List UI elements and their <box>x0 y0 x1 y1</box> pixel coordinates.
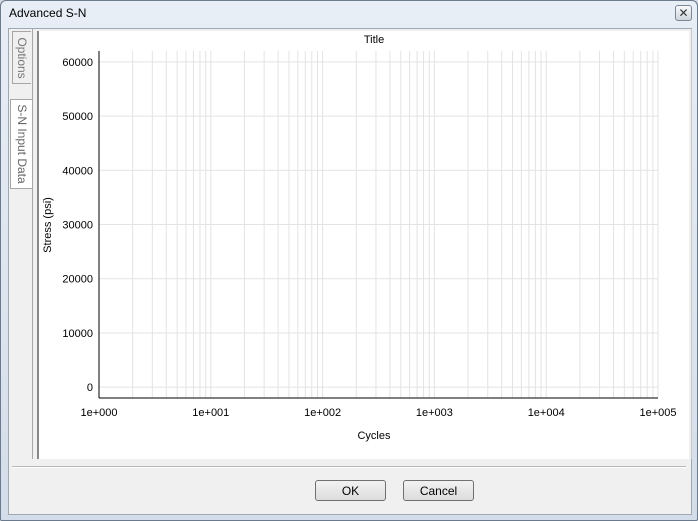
y-tick-label: 50000 <box>62 111 93 123</box>
y-tick-label: 0 <box>87 382 93 394</box>
chart-title: Title <box>364 34 384 46</box>
dialog-client-area: Options S-N Input Data 0 10000 20000 30000 4… <box>8 28 692 515</box>
y-tick-label: 10000 <box>62 328 93 340</box>
horizontal-grid <box>99 61 658 388</box>
x-tick-label: 1e+005 <box>639 407 676 419</box>
advanced-sn-dialog: Advanced S-N ✕ Options S-N Input Data 0 1… <box>0 0 698 521</box>
ok-button[interactable]: OK <box>315 480 386 501</box>
x-axis-label: Cycles <box>357 430 391 442</box>
y-tick-labels: 0 10000 20000 30000 40000 50000 60000 <box>62 57 93 394</box>
y-axis-label: Stress (psi) <box>42 197 54 253</box>
x-tick-labels: 1e+000 1e+001 1e+002 1e+003 1e+004 1e+005 <box>80 407 676 419</box>
footer-divider <box>12 466 686 468</box>
chart-area: 0 10000 20000 30000 40000 50000 60000 1e+000 1e… <box>37 31 689 459</box>
tab-sn-input-data-label: S-N Input Data <box>14 104 29 184</box>
tab-options-label: Options <box>15 36 29 79</box>
y-tick-label: 20000 <box>62 274 93 286</box>
tab-panel: 0 10000 20000 30000 40000 50000 60000 1e+000 1e… <box>32 29 692 459</box>
x-tick-label: 1e+002 <box>304 407 341 419</box>
cancel-button[interactable]: Cancel <box>403 480 474 501</box>
y-tick-label: 60000 <box>62 57 93 69</box>
close-icon: ✕ <box>678 6 689 20</box>
window-title: Advanced S-N <box>9 6 87 20</box>
x-tick-label: 1e+001 <box>192 407 229 419</box>
close-button[interactable]: ✕ <box>675 5 692 21</box>
tab-sn-input-data[interactable]: S-N Input Data <box>10 99 32 189</box>
title-bar[interactable]: Advanced S-N ✕ <box>1 1 697 27</box>
x-tick-label: 1e+003 <box>416 407 453 419</box>
x-tick-label: 1e+000 <box>80 407 117 419</box>
y-tick-label: 30000 <box>62 220 93 232</box>
sn-chart: 0100002000030000400005000060000 1e+000 1e… <box>42 34 677 442</box>
y-tick-label: 40000 <box>62 165 93 177</box>
x-tick-label: 1e+004 <box>528 407 565 419</box>
tab-options[interactable]: Options <box>12 31 31 84</box>
